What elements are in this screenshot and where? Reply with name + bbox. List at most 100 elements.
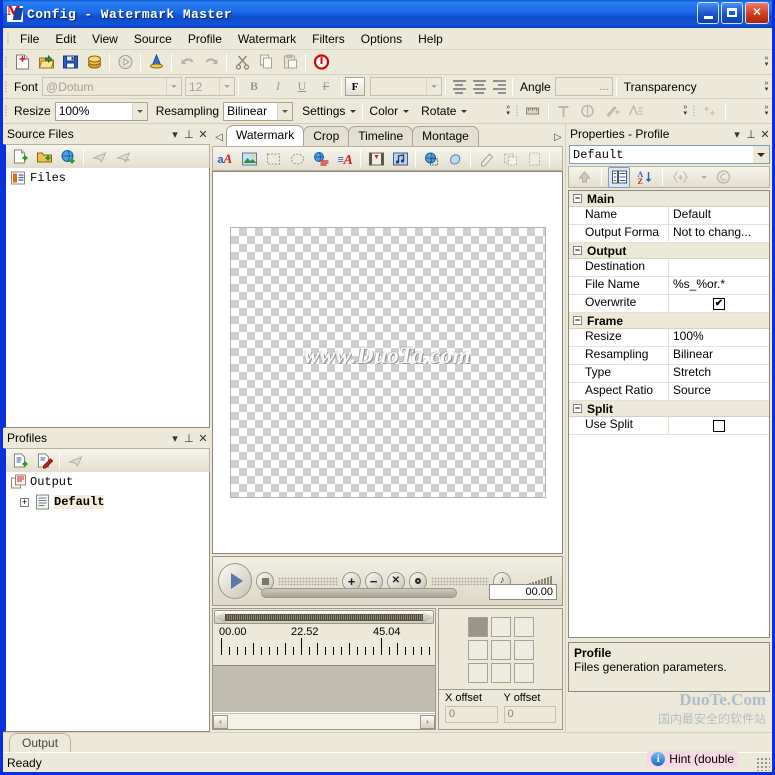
tab-scroll-left-icon[interactable]: ◁ (212, 132, 226, 146)
anchor-cell-bottom-center[interactable] (490, 663, 511, 683)
property-value-file-name[interactable]: %s_%or.* (669, 277, 769, 294)
menu-edit[interactable]: Edit (47, 29, 84, 49)
close-button[interactable]: ✕ (745, 2, 769, 24)
x-offset-input[interactable]: 0 (445, 706, 498, 723)
scroll-left-icon[interactable]: ‹ (213, 714, 228, 729)
collapse-minus-icon[interactable]: − (573, 246, 582, 255)
last-toolbar-grip[interactable] (691, 103, 698, 119)
menu-view[interactable]: View (84, 29, 126, 49)
paste-icon[interactable] (279, 52, 301, 73)
extra-toolbar-overflow-icon[interactable]: » ▾ (680, 101, 691, 122)
resize-toolbar-grip[interactable] (3, 103, 10, 119)
anchor-cell-top-right[interactable] (513, 617, 534, 637)
paste-region-icon[interactable] (523, 148, 545, 169)
tab-montage[interactable]: Montage (412, 126, 479, 146)
tab-timeline[interactable]: Timeline (348, 126, 414, 146)
property-group-main[interactable]: − Main (569, 191, 769, 207)
play-icon[interactable] (218, 563, 253, 599)
font-color-combo[interactable] (370, 77, 443, 96)
menu-source[interactable]: Source (126, 29, 180, 49)
open-folder-icon[interactable] (35, 52, 57, 73)
property-row-file-name[interactable]: File Name %s_%or.* (569, 277, 769, 295)
menu-options[interactable]: Options (353, 29, 410, 49)
timeline-track[interactable] (213, 665, 435, 713)
about-icon[interactable] (712, 167, 734, 188)
web-text-icon[interactable] (310, 148, 332, 169)
globe-select-icon[interactable] (420, 148, 442, 169)
angle-field[interactable]: ... (554, 77, 613, 96)
close-icon[interactable]: ✕ (196, 432, 210, 445)
remove-icon[interactable] (88, 146, 110, 167)
stop-icon[interactable] (310, 52, 332, 73)
property-group-frame[interactable]: − Frame (569, 313, 769, 329)
profiles-tree[interactable]: Output + Default (3, 472, 210, 732)
pin-icon[interactable]: ⊥ (182, 128, 196, 141)
resampling-combo[interactable]: Bilinear (223, 101, 294, 121)
video-watermark-icon[interactable] (365, 148, 387, 169)
menu-file[interactable]: File (12, 29, 47, 49)
tab-watermark[interactable]: Watermark (226, 125, 305, 146)
anchor-cell-middle-center[interactable] (490, 640, 511, 660)
range-handle-right[interactable] (423, 612, 433, 623)
property-row-aspect-ratio[interactable]: Aspect Ratio Source (569, 383, 769, 401)
property-value-destination[interactable] (669, 259, 769, 276)
timeline-hscrollbar[interactable]: ‹ › (213, 713, 435, 729)
property-value-use-split[interactable] (669, 417, 769, 434)
property-value-output-format[interactable]: Not to chang... (669, 225, 769, 242)
font-size-combo[interactable]: 12 (185, 77, 236, 96)
property-row-resize[interactable]: Resize 100% (569, 329, 769, 347)
property-row-use-split[interactable]: Use Split (569, 417, 769, 435)
menu-profile[interactable]: Profile (180, 29, 230, 49)
undo-icon[interactable] (176, 52, 198, 73)
menu-help[interactable]: Help (410, 29, 451, 49)
minimize-button[interactable] (697, 2, 719, 24)
use-split-checkbox[interactable] (713, 419, 725, 432)
text-watermark-icon[interactable]: aA (214, 148, 236, 169)
run-play-icon[interactable] (114, 52, 136, 73)
anchor-cell-bottom-left[interactable] (467, 663, 488, 683)
font-toolbar-overflow-icon[interactable]: » ▾ (761, 76, 772, 97)
add-file-icon[interactable] (9, 146, 31, 167)
tab-output[interactable]: Output (9, 733, 72, 752)
pin-icon[interactable]: ⊥ (182, 432, 196, 445)
effect-tool-icon[interactable] (577, 101, 599, 122)
property-object-combo[interactable]: Default (569, 145, 770, 164)
property-value-overwrite[interactable]: ✔ (669, 295, 769, 312)
strikeout-button[interactable]: F (315, 76, 337, 97)
tree-item-output[interactable]: Output (6, 472, 209, 492)
delete-profile-icon[interactable] (64, 450, 86, 471)
italic-button[interactable]: I (267, 76, 289, 97)
timeline-ruler[interactable]: 00.00 22.52 45.04 (213, 625, 435, 665)
main-toolbar-grip[interactable] (3, 54, 10, 70)
tree-item-default[interactable]: + Default (6, 492, 209, 512)
color-dropdown[interactable]: Color (366, 101, 412, 121)
audio-watermark-icon[interactable] (389, 148, 411, 169)
remove-all-icon[interactable] (112, 146, 134, 167)
menu-grip[interactable] (5, 31, 12, 47)
resize-combo[interactable]: 100% (54, 101, 148, 121)
copy-region-icon[interactable] (499, 148, 521, 169)
up-arrow-icon[interactable] (573, 167, 595, 188)
menu-filters[interactable]: Filters (304, 29, 353, 49)
align-center-icon[interactable] (469, 77, 489, 96)
text-red-icon[interactable]: ≡ A (334, 148, 356, 169)
property-value-name[interactable]: Default (669, 207, 769, 224)
property-value-resampling[interactable]: Bilinear (669, 347, 769, 364)
chevron-down-icon[interactable]: ▾ (168, 432, 182, 445)
window-resize-grip[interactable] (756, 757, 770, 771)
add-effect-icon[interactable] (601, 101, 623, 122)
tree-item-files[interactable]: Files (6, 168, 209, 188)
playback-progress-bar[interactable] (261, 588, 457, 598)
edit-profile-icon[interactable] (33, 450, 55, 471)
overwrite-checkbox[interactable]: ✔ (713, 297, 725, 310)
property-row-output-format[interactable]: Output Forma Not to chang... (569, 225, 769, 243)
source-files-tree[interactable]: Files (3, 168, 210, 428)
tab-scroll-right-icon[interactable]: ▷ (551, 132, 565, 146)
rotate-dropdown[interactable]: Rotate (418, 101, 470, 121)
add-url-icon[interactable] (57, 146, 79, 167)
stars-icon[interactable] (699, 101, 721, 122)
categorized-icon[interactable] (608, 166, 630, 188)
new-document-icon[interactable] (11, 52, 33, 73)
maximize-button[interactable] (721, 2, 743, 24)
menu-watermark[interactable]: Watermark (230, 29, 304, 49)
